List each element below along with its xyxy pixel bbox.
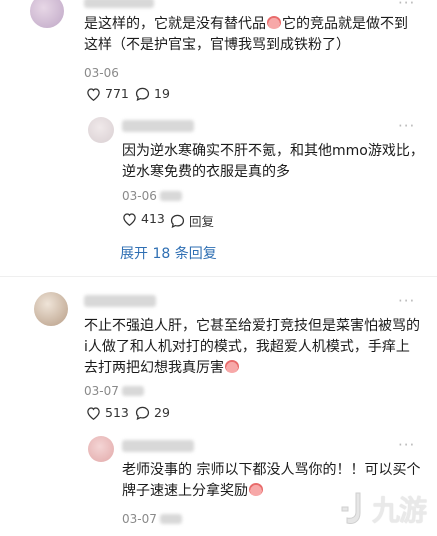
username-redacted bbox=[122, 120, 194, 132]
username-redacted bbox=[84, 0, 154, 8]
comment-bubble-icon bbox=[135, 87, 150, 101]
more-options-icon[interactable]: ··· bbox=[398, 0, 415, 12]
more-options-icon[interactable]: ··· bbox=[398, 117, 415, 135]
comment-date: 03-06 bbox=[84, 66, 119, 80]
comment-date: 03-06 bbox=[122, 189, 157, 203]
comment-text: 因为逆水寒确实不肝不氪，和其他mmo游戏比， 逆水寒免费的衣服是真的多 bbox=[122, 143, 424, 180]
expand-replies-link[interactable]: 展开 18 条回复 bbox=[120, 243, 217, 263]
more-options-icon[interactable]: ··· bbox=[398, 436, 415, 454]
pig-emoji-icon bbox=[267, 16, 281, 29]
pig-emoji-icon bbox=[225, 360, 239, 373]
avatar[interactable] bbox=[88, 436, 114, 462]
heart-icon bbox=[87, 87, 100, 101]
like-button[interactable]: 771 bbox=[86, 86, 129, 101]
reply-count-button[interactable]: 29 bbox=[135, 405, 170, 420]
avatar[interactable] bbox=[34, 292, 68, 326]
heart-icon bbox=[123, 212, 136, 226]
comment-date: 03-07 bbox=[84, 384, 119, 398]
divider bbox=[0, 276, 437, 277]
j-logo-icon bbox=[341, 492, 361, 524]
pig-emoji-icon bbox=[249, 483, 263, 496]
location-redacted bbox=[160, 514, 182, 524]
heart-icon bbox=[87, 406, 100, 420]
reply-count-button[interactable]: 19 bbox=[135, 86, 170, 101]
watermark-logo: 九游 bbox=[338, 486, 434, 532]
comment-text: 不止不强迫人肝，它甚至给爱打竞技但是菜害怕被骂的 i人做了和人机对打的模式，我超… bbox=[84, 318, 420, 376]
comment-date: 03-07 bbox=[122, 512, 157, 526]
avatar[interactable] bbox=[30, 0, 64, 28]
location-redacted bbox=[160, 191, 182, 201]
more-options-icon[interactable]: ··· bbox=[398, 292, 415, 310]
location-redacted bbox=[122, 386, 144, 396]
comment-text: 是这样的，它就是没有替代品 它的竞品就是做不到 这样（不是护官宝，官博我骂到成铁粉… bbox=[84, 16, 408, 53]
username-redacted bbox=[84, 295, 156, 307]
comment-bubble-icon bbox=[135, 406, 150, 420]
like-button[interactable]: 413 bbox=[122, 211, 165, 226]
username-redacted bbox=[122, 440, 194, 452]
comment-bubble-icon bbox=[170, 214, 185, 228]
avatar[interactable] bbox=[88, 117, 114, 143]
like-button[interactable]: 513 bbox=[86, 405, 129, 420]
reply-button[interactable]: 回复 bbox=[170, 211, 214, 230]
